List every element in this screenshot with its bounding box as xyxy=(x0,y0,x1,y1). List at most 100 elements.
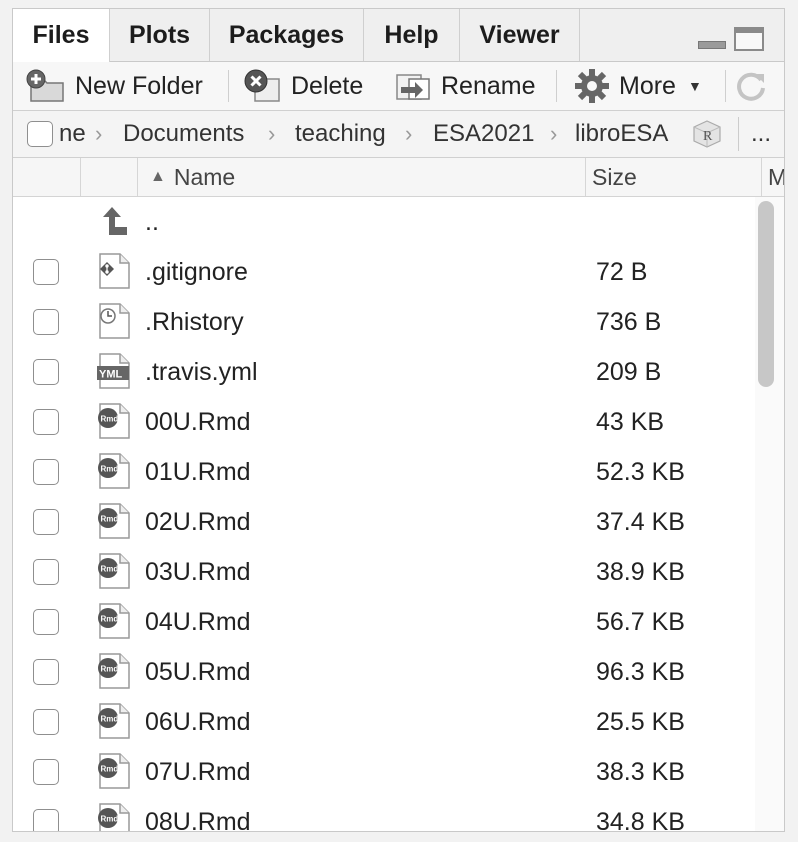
r-project-icon[interactable]: R xyxy=(691,119,723,154)
file-row[interactable]: Rmd06U.Rmd25.5 KBA xyxy=(13,697,753,747)
more-button[interactable]: More ▼ xyxy=(573,62,702,110)
chevron-right-icon: › xyxy=(405,121,413,146)
parent-directory-row[interactable]: .. xyxy=(13,197,753,247)
file-checkbox[interactable] xyxy=(33,659,59,685)
toolbar: New Folder Delete Rename More ▼ xyxy=(13,62,784,111)
rmd-file-icon: Rmd xyxy=(97,503,131,539)
file-size: 96.3 KB xyxy=(596,657,685,686)
file-checkbox[interactable] xyxy=(33,409,59,435)
tab-help[interactable]: Help xyxy=(364,9,460,61)
file-table-header: ▲ Name Size M xyxy=(13,158,784,197)
svg-text:Rmd: Rmd xyxy=(101,715,119,724)
header-name-column[interactable]: ▲ Name xyxy=(138,158,586,196)
file-size: 34.8 KB xyxy=(596,807,685,832)
file-checkbox[interactable] xyxy=(33,759,59,785)
sort-ascending-icon: ▲ xyxy=(150,168,166,185)
breadcrumb: ne › Documents › teaching › ESA2021 › li… xyxy=(13,111,784,158)
tab-plots[interactable]: Plots xyxy=(110,9,210,61)
delete-button[interactable]: Delete xyxy=(243,62,363,110)
tab-files[interactable]: Files xyxy=(13,9,110,62)
rmd-file-icon: Rmd xyxy=(97,653,131,689)
rename-button[interactable]: Rename xyxy=(393,62,536,110)
vertical-scrollbar[interactable] xyxy=(758,201,774,387)
minimize-pane-icon[interactable] xyxy=(698,27,726,51)
file-row[interactable]: Rmd05U.Rmd96.3 KBA xyxy=(13,647,753,697)
file-checkbox[interactable] xyxy=(33,459,59,485)
file-name-link[interactable]: 04U.Rmd xyxy=(145,597,251,647)
svg-text:Rmd: Rmd xyxy=(101,765,119,774)
file-checkbox[interactable] xyxy=(33,809,59,831)
breadcrumb-item-libroesa[interactable]: libroESA xyxy=(575,111,668,157)
breadcrumb-item-teaching[interactable]: teaching xyxy=(295,111,386,157)
file-size: 25.5 KB xyxy=(596,707,685,736)
file-checkbox[interactable] xyxy=(33,509,59,535)
window-controls xyxy=(698,27,764,51)
parent-directory-label: .. xyxy=(145,207,159,236)
file-size: 56.7 KB xyxy=(596,607,685,636)
header-size-column[interactable]: Size xyxy=(586,158,762,196)
rename-label: Rename xyxy=(441,71,536,100)
file-name-link[interactable]: 03U.Rmd xyxy=(145,547,251,597)
chevron-right-icon: › xyxy=(95,121,103,146)
file-name-link[interactable]: .Rhistory xyxy=(145,297,244,347)
select-all-checkbox[interactable] xyxy=(27,121,53,147)
new-folder-button[interactable]: New Folder xyxy=(25,62,203,110)
delete-icon xyxy=(243,69,283,103)
tab-packages[interactable]: Packages xyxy=(210,9,364,61)
file-checkbox[interactable] xyxy=(33,259,59,285)
file-row[interactable]: Rmd08U.Rmd34.8 KBA xyxy=(13,797,753,831)
breadcrumb-item-documents[interactable]: Documents xyxy=(123,111,244,157)
toolbar-divider xyxy=(556,70,557,102)
file-name-link[interactable]: 05U.Rmd xyxy=(145,647,251,697)
header-modified-column[interactable]: M xyxy=(762,158,784,196)
file-name-link[interactable]: 00U.Rmd xyxy=(145,397,251,447)
file-checkbox[interactable] xyxy=(33,559,59,585)
gear-icon xyxy=(573,67,611,105)
file-name-link[interactable]: 08U.Rmd xyxy=(145,797,251,832)
file-size: 736 B xyxy=(596,307,662,336)
file-row[interactable]: Rmd04U.Rmd56.7 KBA xyxy=(13,597,753,647)
parent-folder-icon xyxy=(97,203,131,239)
header-icon-column xyxy=(81,158,138,196)
file-name-link[interactable]: 06U.Rmd xyxy=(145,697,251,747)
maximize-pane-icon[interactable] xyxy=(734,27,764,51)
file-row[interactable]: Rmd03U.Rmd38.9 KBA xyxy=(13,547,753,597)
file-name-link[interactable]: 01U.Rmd xyxy=(145,447,251,497)
file-checkbox[interactable] xyxy=(33,609,59,635)
file-size: 38.3 KB xyxy=(596,757,685,786)
rmd-file-icon: Rmd xyxy=(97,603,131,639)
file-checkbox[interactable] xyxy=(33,359,59,385)
svg-text:Rmd: Rmd xyxy=(101,515,119,524)
file-name-link[interactable]: 02U.Rmd xyxy=(145,497,251,547)
file-checkbox[interactable] xyxy=(33,709,59,735)
svg-text:YML: YML xyxy=(99,369,123,381)
file-row[interactable]: Rmd02U.Rmd37.4 KBA xyxy=(13,497,753,547)
breadcrumb-divider xyxy=(738,117,739,151)
breadcrumb-overflow-button[interactable]: ... xyxy=(751,111,771,157)
svg-text:Rmd: Rmd xyxy=(101,815,119,824)
file-row[interactable]: Rmd01U.Rmd52.3 KBA xyxy=(13,447,753,497)
file-name-link[interactable]: .travis.yml xyxy=(145,347,258,397)
new-folder-label: New Folder xyxy=(75,71,203,100)
rmd-file-icon: Rmd xyxy=(97,403,131,439)
more-label: More xyxy=(619,71,676,100)
file-checkbox[interactable] xyxy=(33,309,59,335)
rmd-file-icon: Rmd xyxy=(97,803,131,831)
svg-text:Rmd: Rmd xyxy=(101,415,119,424)
file-name-link[interactable]: 07U.Rmd xyxy=(145,747,251,797)
file-size: 209 B xyxy=(596,357,662,386)
file-row[interactable]: .Rhistory736 BA xyxy=(13,297,753,347)
refresh-button[interactable] xyxy=(733,62,777,110)
header-name-label: Name xyxy=(173,163,236,190)
toolbar-divider xyxy=(725,70,726,102)
breadcrumb-item-home[interactable]: ne xyxy=(59,111,86,157)
file-row[interactable]: .gitignore72 BA xyxy=(13,247,753,297)
file-name-link[interactable]: .gitignore xyxy=(145,247,248,297)
file-row[interactable]: YML.travis.yml209 BA xyxy=(13,347,753,397)
history-file-icon xyxy=(97,303,131,339)
file-row[interactable]: Rmd00U.Rmd43 KBA xyxy=(13,397,753,447)
svg-text:Rmd: Rmd xyxy=(101,465,119,474)
tab-viewer[interactable]: Viewer xyxy=(460,9,580,61)
file-row[interactable]: Rmd07U.Rmd38.3 KBA xyxy=(13,747,753,797)
breadcrumb-item-esa2021[interactable]: ESA2021 xyxy=(433,111,534,157)
